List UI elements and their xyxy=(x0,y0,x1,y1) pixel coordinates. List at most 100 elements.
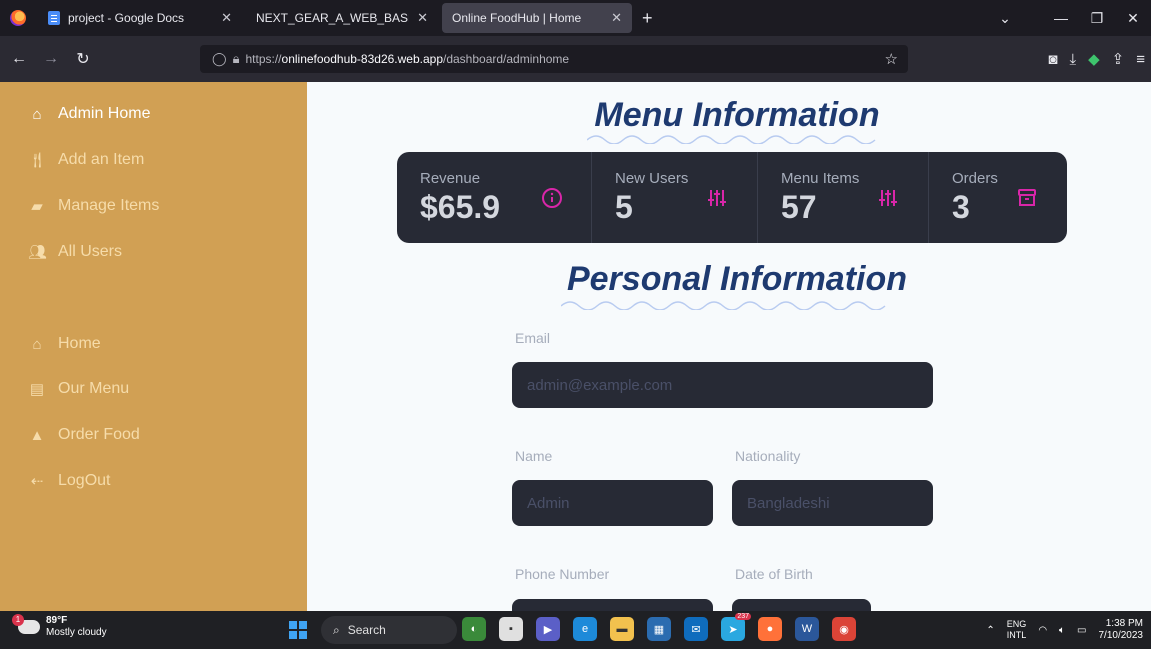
info-icon xyxy=(542,188,562,208)
pocket-icon[interactable]: ◙ xyxy=(1048,51,1057,68)
telegram-icon[interactable]: ➤ 237 xyxy=(721,613,751,641)
url-domain: onlinefoodhub-83d26.web.app xyxy=(281,52,443,66)
download-icon[interactable]: ⤓ xyxy=(1069,51,1076,68)
name-label: Name xyxy=(515,448,553,464)
bookmark-star-icon[interactable]: ☆ xyxy=(885,50,898,68)
tab-online-foodhub[interactable]: Online FoodHub | Home ✕ xyxy=(442,3,632,33)
close-window-icon[interactable]: ✕ xyxy=(1115,10,1151,27)
browser-nav-bar: ← → ↻ ◯ 🔒︎ https://onlinefoodhub-83d26.w… xyxy=(0,36,1151,82)
battery-icon[interactable]: ▭ xyxy=(1077,625,1086,636)
cloud-icon: 1 xyxy=(12,614,40,634)
store-icon[interactable]: ▦ xyxy=(647,617,671,641)
menu-information-heading: Menu Information xyxy=(594,96,880,134)
book-icon: ▤ xyxy=(29,381,45,398)
weather-widget[interactable]: 1 89°F Mostly cloudy xyxy=(12,614,107,639)
close-tab-icon[interactable]: ✕ xyxy=(611,10,622,26)
page-viewport: ⌂ Admin Home 🍴︎ Add an Item ▰ Manage Ite… xyxy=(0,82,1151,611)
stat-revenue: Revenue $65.9 xyxy=(397,152,592,243)
chrome-icon[interactable]: ◉ xyxy=(832,617,856,641)
utensils-icon: 🍴︎ xyxy=(28,152,48,169)
shield-icon[interactable]: ◯ xyxy=(212,51,227,67)
task-view-icon[interactable]: ▪ xyxy=(499,617,523,641)
google-docs-icon xyxy=(48,11,60,25)
system-tray: ⌃ ENG INTL ◠ 🔈︎ ▭ 1:38 PM 7/10/2023 xyxy=(986,611,1143,649)
share-icon[interactable]: ⇪ xyxy=(1112,50,1125,68)
sidebar-item-home[interactable]: ⌂ Home xyxy=(28,335,100,353)
nationality-input[interactable] xyxy=(732,480,933,526)
tab-google-docs[interactable]: project - Google Docs ✕ xyxy=(38,3,242,33)
language-indicator[interactable]: ENG INTL xyxy=(1007,619,1027,641)
weather-condition: Mostly cloudy xyxy=(46,627,107,638)
windows-taskbar: 1 89°F Mostly cloudy ⌕ Search ◐ ▪ ▶ e ▬ … xyxy=(0,611,1151,649)
main-content: Menu Information Revenue $65.9 New Users… xyxy=(307,82,1151,611)
date-of-birth-input[interactable] xyxy=(732,599,871,611)
lock-icon[interactable]: 🔒︎ xyxy=(233,51,240,67)
sidebar-item-admin-home[interactable]: ⌂ Admin Home xyxy=(28,105,150,123)
users-icon: 👥︎ xyxy=(28,244,48,261)
new-tab-plus-icon[interactable]: + xyxy=(642,8,653,29)
archive-icon xyxy=(1018,189,1036,206)
minimize-icon[interactable]: — xyxy=(1043,10,1079,26)
chevron-up-icon[interactable]: ⌃ xyxy=(986,625,994,636)
browser-tab-bar: project - Google Docs ✕ NEXT_GEAR_A_WEB_… xyxy=(0,0,1151,36)
sidebar-item-logout[interactable]: ⇠ LogOut xyxy=(28,472,111,490)
sliders-icon xyxy=(879,190,897,206)
restore-icon[interactable]: ❐ xyxy=(1079,10,1115,27)
temperature: 89°F xyxy=(46,615,68,626)
stat-new-users: New Users 5 xyxy=(592,152,758,243)
stat-orders: Orders 3 xyxy=(929,152,1067,243)
sliders-icon xyxy=(708,190,726,206)
menu-hamburger-icon[interactable]: ≡ xyxy=(1136,51,1145,68)
tab-list-chevron-icon[interactable]: ⌄ xyxy=(987,10,1023,27)
sidebar-item-manage-items[interactable]: ▰ Manage Items xyxy=(28,197,159,215)
word-icon[interactable]: W xyxy=(795,617,819,641)
extension-icon[interactable]: ◆ xyxy=(1088,50,1100,68)
logout-icon: ⇠ xyxy=(30,473,44,490)
personal-information-heading: Personal Information xyxy=(566,260,908,298)
close-tab-icon[interactable]: ✕ xyxy=(417,10,428,26)
bag-icon: ▲ xyxy=(29,426,45,444)
url-prefix: https:// xyxy=(245,52,282,66)
weather-badge: 1 xyxy=(12,614,24,626)
mail-badge: 237 xyxy=(735,613,751,620)
stats-panel: Revenue $65.9 New Users 5 Menu Items 57 … xyxy=(397,152,1067,243)
email-input[interactable] xyxy=(512,362,933,408)
url-path: /dashboard/adminhome xyxy=(443,52,570,66)
date-of-birth-label: Date of Birth xyxy=(735,566,813,582)
reload-icon[interactable]: ↻ xyxy=(70,49,96,69)
taskbar-search[interactable]: ⌕ Search xyxy=(321,616,457,644)
mail-icon[interactable]: ✉ xyxy=(684,617,708,641)
widgets-icon[interactable]: ◐ xyxy=(462,617,486,641)
wifi-icon[interactable]: ◠ xyxy=(1038,625,1047,636)
teams-icon[interactable]: ▶ xyxy=(536,617,560,641)
sidebar: ⌂ Admin Home 🍴︎ Add an Item ▰ Manage Ite… xyxy=(0,82,307,611)
wallet-icon: ▰ xyxy=(31,198,43,215)
close-tab-icon[interactable]: ✕ xyxy=(221,10,232,26)
windows-start-icon[interactable] xyxy=(289,621,307,639)
firefox-logo-icon[interactable] xyxy=(10,10,26,26)
sidebar-item-order-food[interactable]: ▲ Order Food xyxy=(28,426,140,444)
volume-icon[interactable]: 🔈︎ xyxy=(1059,625,1065,636)
sidebar-item-add-item[interactable]: 🍴︎ Add an Item xyxy=(28,151,144,169)
file-explorer-icon[interactable]: ▬ xyxy=(610,617,634,641)
wave-underline-decoration xyxy=(587,135,876,144)
window-controls: ⌄ — ❐ ✕ xyxy=(987,0,1151,36)
name-input[interactable] xyxy=(512,480,713,526)
sidebar-item-our-menu[interactable]: ▤ Our Menu xyxy=(28,380,129,398)
back-arrow-icon[interactable]: ← xyxy=(6,50,32,68)
clock[interactable]: 1:38 PM 7/10/2023 xyxy=(1099,618,1144,642)
home-icon: ⌂ xyxy=(32,105,42,123)
phone-number-label: Phone Number xyxy=(515,566,610,582)
wave-underline-decoration xyxy=(561,301,886,310)
tab-next-gear[interactable]: NEXT_GEAR_A_WEB_BASED_APPLIC ✕ xyxy=(246,3,438,33)
firefox-icon[interactable]: ● xyxy=(758,617,782,641)
sidebar-item-all-users[interactable]: 👥︎ All Users xyxy=(28,243,122,261)
home-icon: ⌂ xyxy=(32,335,42,353)
phone-number-input[interactable] xyxy=(512,599,713,611)
stat-menu-items: Menu Items 57 xyxy=(758,152,929,243)
nationality-label: Nationality xyxy=(735,448,801,464)
forward-arrow-icon[interactable]: → xyxy=(38,50,64,68)
url-bar[interactable]: ◯ 🔒︎ https://onlinefoodhub-83d26.web.app… xyxy=(200,45,908,73)
email-label: Email xyxy=(515,330,551,346)
edge-icon[interactable]: e xyxy=(573,617,597,641)
